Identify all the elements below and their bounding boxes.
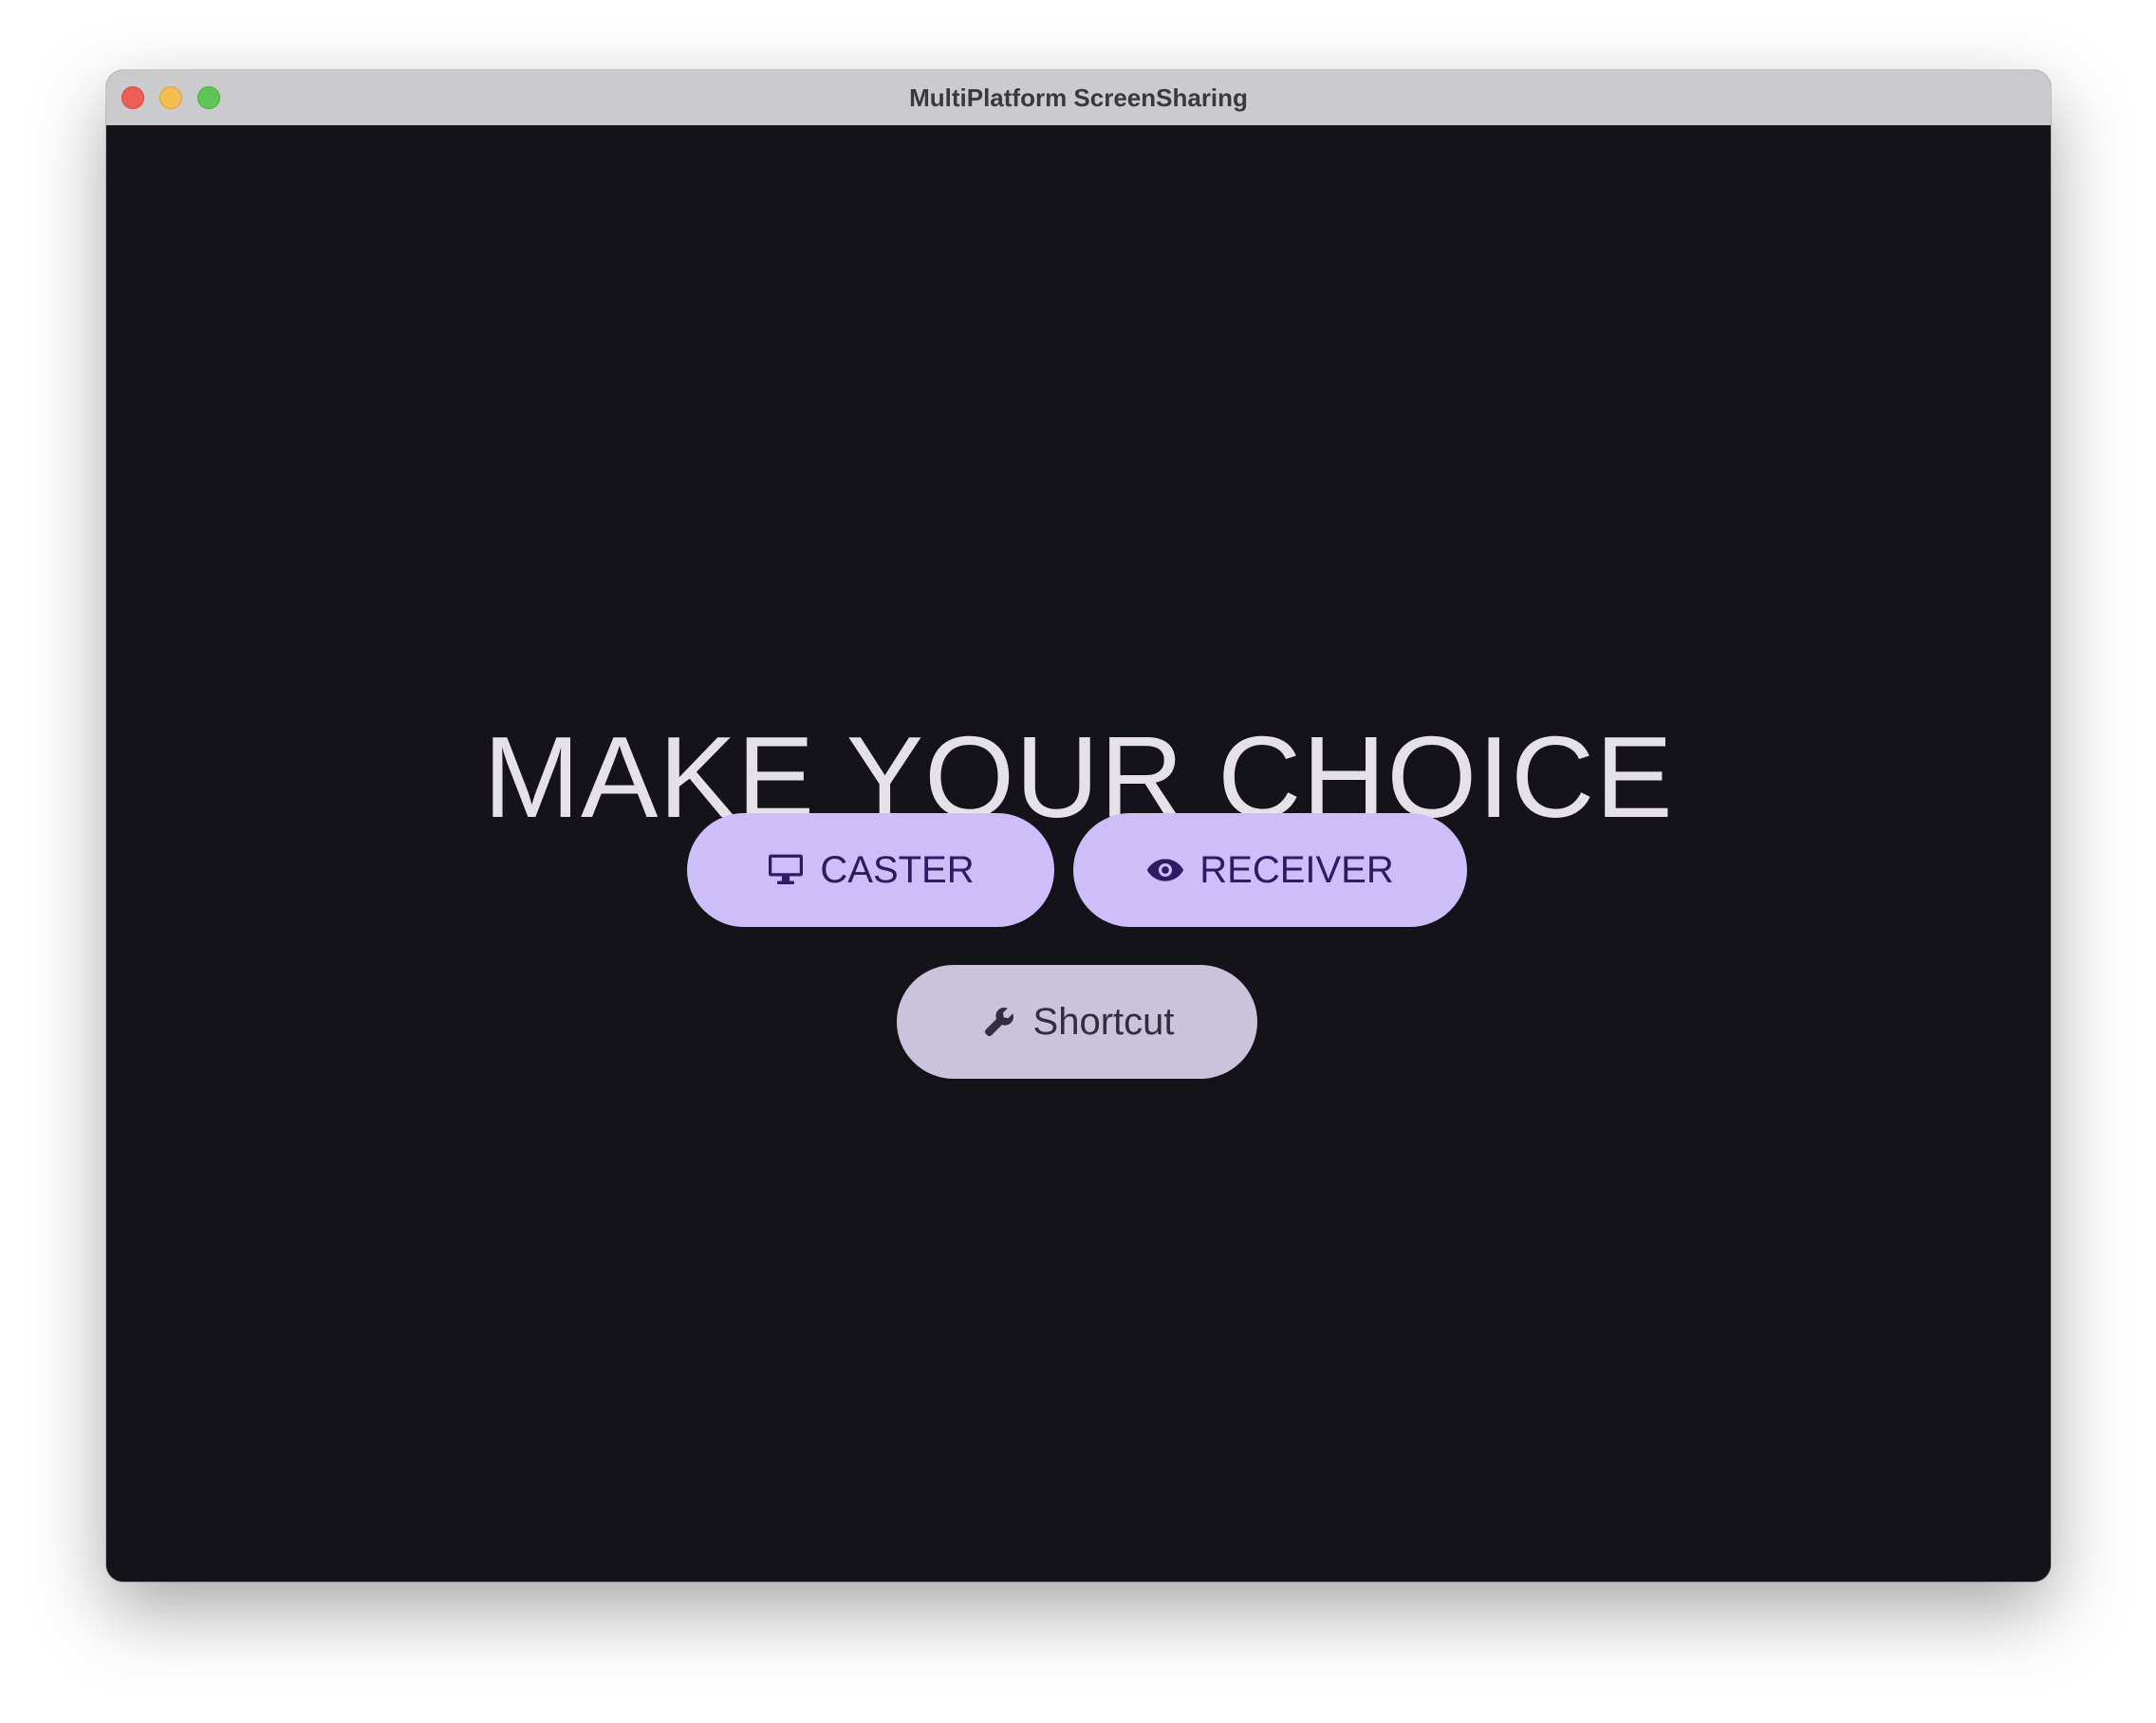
caster-button-label: CASTER: [820, 848, 975, 891]
window-title: MultiPlatform ScreenSharing: [909, 83, 1248, 112]
page-heading: MAKE YOUR CHOICE: [483, 713, 1674, 842]
receiver-button-label: RECEIVER: [1199, 848, 1394, 891]
eye-icon: [1146, 851, 1184, 889]
shortcut-button[interactable]: Shortcut: [897, 965, 1257, 1079]
app-window: MultiPlatform ScreenSharing MAKE YOUR CH…: [106, 70, 2051, 1582]
monitor-icon: [767, 851, 805, 889]
caster-button[interactable]: CASTER: [687, 813, 1054, 927]
title-bar[interactable]: MultiPlatform ScreenSharing: [106, 70, 2051, 126]
shortcut-button-label: Shortcut: [1032, 1000, 1175, 1043]
main-content: MAKE YOUR CHOICE CASTER RECEIVER Shortcu…: [106, 125, 2051, 1582]
wrench-icon: [980, 1003, 1018, 1041]
receiver-button[interactable]: RECEIVER: [1073, 813, 1467, 927]
